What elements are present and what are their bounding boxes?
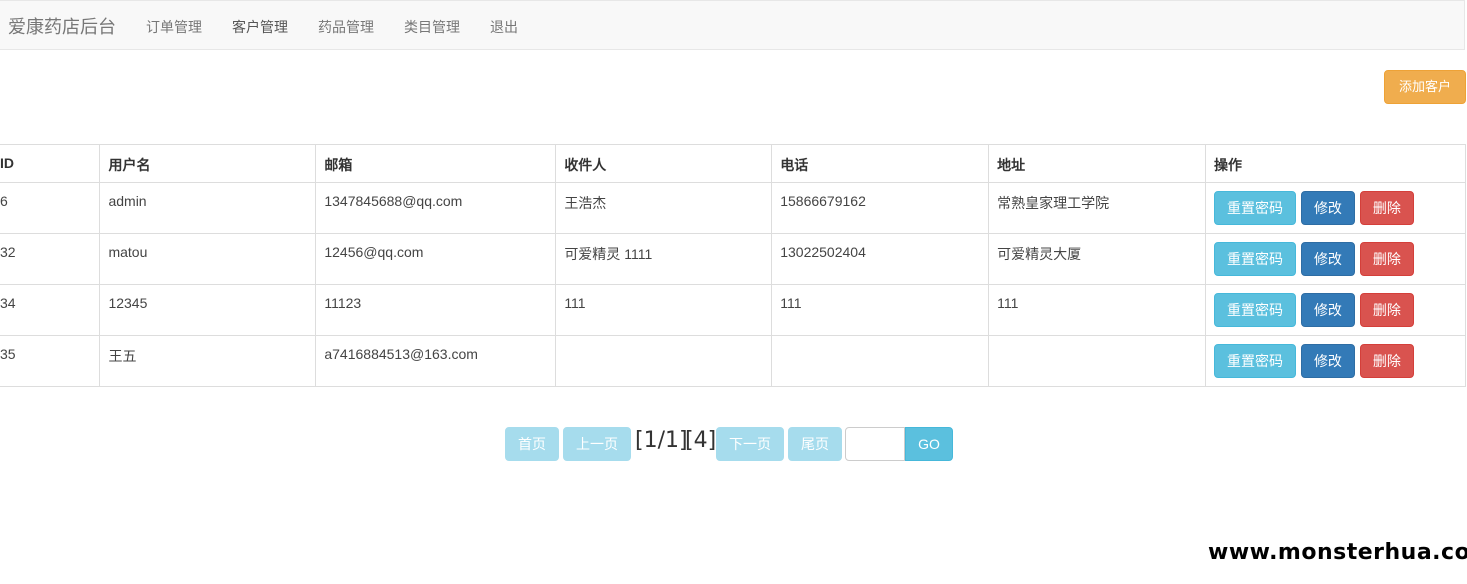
brand-title[interactable]: 爱康药店后台 bbox=[8, 13, 116, 39]
nav-item-customers[interactable]: 客户管理 bbox=[232, 17, 288, 37]
delete-button[interactable]: 删除 bbox=[1359, 293, 1414, 327]
reset-password-button[interactable]: 重置密码 bbox=[1214, 191, 1297, 225]
edit-button[interactable]: 修改 bbox=[1300, 293, 1355, 327]
delete-button[interactable]: 删除 bbox=[1359, 191, 1414, 225]
next-page-button[interactable]: 下一页 bbox=[716, 427, 784, 461]
watermark: www.monsterhua.com bbox=[1208, 540, 1467, 565]
cell-recipient: 可爱精灵 1111 bbox=[555, 233, 773, 285]
delete-button[interactable]: 删除 bbox=[1359, 242, 1414, 276]
go-button[interactable]: GO bbox=[905, 427, 953, 461]
cell-address: 111 bbox=[988, 284, 1207, 336]
cell-id: 35 bbox=[0, 335, 101, 387]
reset-password-button[interactable]: 重置密码 bbox=[1214, 242, 1297, 276]
nav-item-orders[interactable]: 订单管理 bbox=[146, 17, 202, 37]
column-header-phone: 电话 bbox=[771, 144, 990, 183]
cell-email: 1347845688@qq.com bbox=[315, 182, 557, 234]
customer-table: ID 用户名 邮箱 收件人 电话 地址 操作 6 admin 134784568… bbox=[0, 144, 1466, 387]
table-header-row: ID 用户名 邮箱 收件人 电话 地址 操作 bbox=[0, 144, 1466, 183]
table-row: 32 matou 12456@qq.com 可爱精灵 1111 13022502… bbox=[0, 233, 1466, 285]
nav-item-drugs[interactable]: 药品管理 bbox=[318, 17, 374, 37]
column-header-address: 地址 bbox=[988, 144, 1207, 183]
cell-recipient: 111 bbox=[555, 284, 773, 336]
first-page-button[interactable]: 首页 bbox=[505, 427, 559, 461]
cell-id: 32 bbox=[0, 233, 101, 285]
cell-phone: 15866679162 bbox=[771, 182, 990, 234]
cell-actions: 重置密码 修改 删除 bbox=[1205, 182, 1466, 234]
cell-email: 11123 bbox=[315, 284, 557, 336]
cell-actions: 重置密码 修改 删除 bbox=[1205, 233, 1466, 285]
cell-username: 王五 bbox=[99, 335, 317, 387]
cell-address: 可爱精灵大厦 bbox=[988, 233, 1207, 285]
page-jump-input[interactable] bbox=[845, 427, 905, 461]
column-header-email: 邮箱 bbox=[315, 144, 557, 183]
cell-actions: 重置密码 修改 删除 bbox=[1205, 335, 1466, 387]
cell-recipient: 王浩杰 bbox=[555, 182, 773, 234]
top-navbar: 爱康药店后台 订单管理 客户管理 药品管理 类目管理 退出 bbox=[0, 0, 1465, 50]
cell-username: 12345 bbox=[99, 284, 317, 336]
cell-email: 12456@qq.com bbox=[315, 233, 557, 285]
pagination: 首页 上一页 [1/1] [4] 下一页 尾页 GO bbox=[0, 426, 1467, 462]
column-header-username: 用户名 bbox=[99, 144, 317, 183]
reset-password-button[interactable]: 重置密码 bbox=[1214, 344, 1297, 378]
cell-actions: 重置密码 修改 删除 bbox=[1205, 284, 1466, 336]
cell-address: 常熟皇家理工学院 bbox=[988, 182, 1207, 234]
edit-button[interactable]: 修改 bbox=[1300, 191, 1355, 225]
page-indicator: [1/1] bbox=[635, 428, 688, 453]
cell-username: admin bbox=[99, 182, 317, 234]
column-header-recipient: 收件人 bbox=[555, 144, 773, 183]
last-page-button[interactable]: 尾页 bbox=[788, 427, 842, 461]
cell-phone bbox=[771, 335, 990, 387]
edit-button[interactable]: 修改 bbox=[1300, 242, 1355, 276]
nav-item-logout[interactable]: 退出 bbox=[490, 17, 518, 37]
table-row: 35 王五 a7416884513@163.com 重置密码 修改 删除 bbox=[0, 335, 1466, 387]
add-customer-button[interactable]: 添加客户 bbox=[1384, 70, 1466, 104]
cell-phone: 13022502404 bbox=[771, 233, 990, 285]
delete-button[interactable]: 删除 bbox=[1359, 344, 1414, 378]
cell-id: 6 bbox=[0, 182, 101, 234]
column-header-id: ID bbox=[0, 144, 101, 183]
column-header-actions: 操作 bbox=[1205, 144, 1466, 183]
edit-button[interactable]: 修改 bbox=[1300, 344, 1355, 378]
cell-id: 34 bbox=[0, 284, 101, 336]
cell-email: a7416884513@163.com bbox=[315, 335, 557, 387]
reset-password-button[interactable]: 重置密码 bbox=[1214, 293, 1297, 327]
cell-recipient bbox=[555, 335, 773, 387]
table-row: 6 admin 1347845688@qq.com 王浩杰 1586667916… bbox=[0, 182, 1466, 234]
cell-phone: 111 bbox=[771, 284, 990, 336]
prev-page-button[interactable]: 上一页 bbox=[563, 427, 631, 461]
table-row: 34 12345 11123 111 111 111 重置密码 修改 删除 bbox=[0, 284, 1466, 336]
nav-item-categories[interactable]: 类目管理 bbox=[404, 17, 460, 37]
cell-address bbox=[988, 335, 1207, 387]
cell-username: matou bbox=[99, 233, 317, 285]
total-count: [4] bbox=[685, 428, 717, 453]
